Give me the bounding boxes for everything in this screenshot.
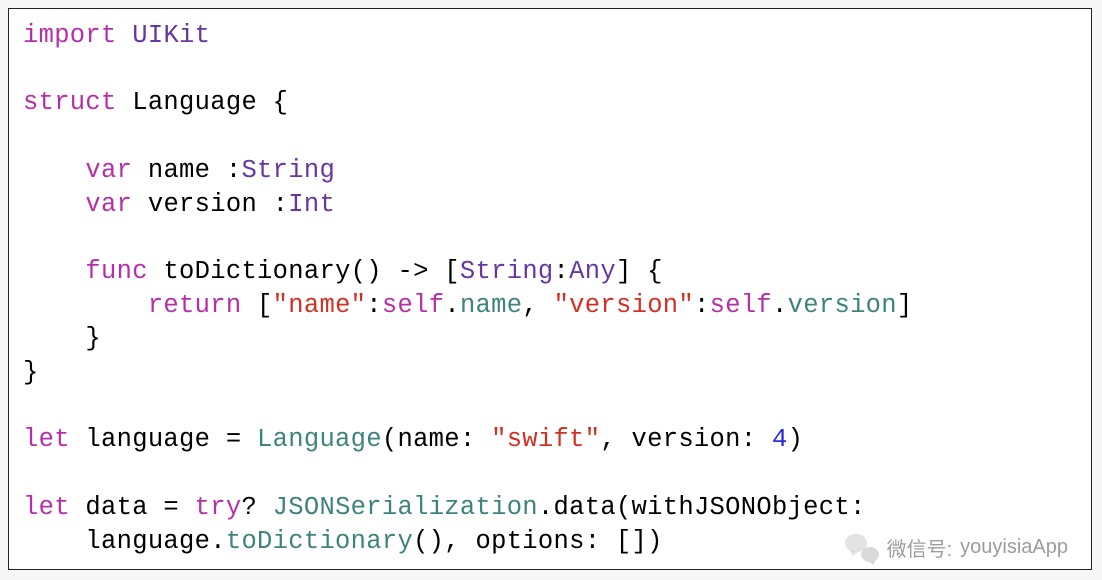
paren-open: (name: (382, 425, 491, 454)
dot: . (444, 291, 460, 320)
call-rest: (), options: []) (413, 527, 663, 556)
type-language: Language (257, 425, 382, 454)
code-block: import UIKit struct Language { var name … (23, 19, 1077, 558)
func-sig-close: ] { (616, 257, 663, 286)
closing-brace: } (23, 358, 39, 387)
type-string: String (241, 156, 335, 185)
kw-self: self (710, 291, 772, 320)
kw-self: self (382, 291, 444, 320)
comma: , (522, 291, 553, 320)
kw-let: let (23, 425, 70, 454)
prop-version: version (788, 291, 897, 320)
type-any: Any (569, 257, 616, 286)
string-version: "version" (554, 291, 694, 320)
call-data: .data(withJSONObject: (538, 493, 866, 522)
number-4: 4 (772, 425, 788, 454)
type-string: String (460, 257, 554, 286)
let-data-decl: data = (70, 493, 195, 522)
kw-var: var (85, 156, 132, 185)
question-mark: ? (241, 493, 272, 522)
open-bracket: [ (241, 291, 272, 320)
prop-name: name (460, 291, 522, 320)
space (117, 21, 133, 50)
kw-return: return (148, 291, 242, 320)
type-int: Int (288, 190, 335, 219)
args-mid: , version: (600, 425, 772, 454)
kw-try: try (195, 493, 242, 522)
type-uikit: UIKit (132, 21, 210, 50)
indent (23, 156, 85, 185)
kw-func: func (85, 257, 147, 286)
kw-let: let (23, 493, 70, 522)
closing-brace: } (23, 324, 101, 353)
struct-name: Language { (117, 88, 289, 117)
kw-struct: struct (23, 88, 117, 117)
indent-continuation: language. (23, 527, 226, 556)
indent (23, 257, 85, 286)
indent (23, 291, 148, 320)
var-version-decl: version : (132, 190, 288, 219)
colon: : (554, 257, 570, 286)
code-snippet-box: import UIKit struct Language { var name … (8, 8, 1092, 570)
dot: . (772, 291, 788, 320)
kw-var: var (85, 190, 132, 219)
type-jsonserialization: JSONSerialization (273, 493, 538, 522)
var-name-decl: name : (132, 156, 241, 185)
kw-import: import (23, 21, 117, 50)
colon: : (694, 291, 710, 320)
string-swift: "swift" (491, 425, 600, 454)
colon: : (366, 291, 382, 320)
method-todictionary: toDictionary (226, 527, 413, 556)
indent (23, 190, 85, 219)
paren-close: ) (788, 425, 804, 454)
let-language-decl: language = (70, 425, 257, 454)
close-bracket: ] (897, 291, 913, 320)
func-sig: toDictionary() -> [ (148, 257, 460, 286)
string-name: "name" (273, 291, 367, 320)
